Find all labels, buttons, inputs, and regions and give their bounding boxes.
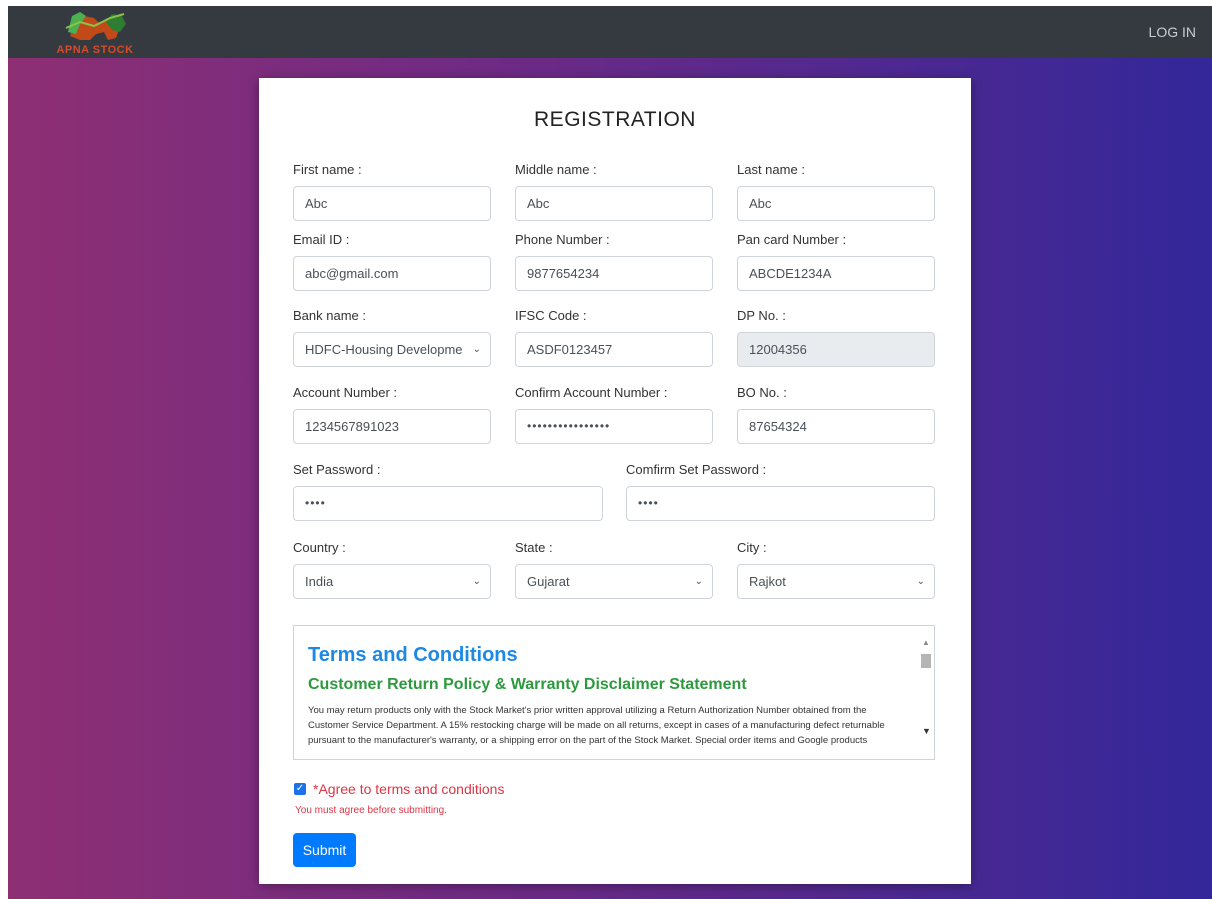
login-link[interactable]: LOG IN (1149, 24, 1196, 40)
scroll-up-icon[interactable]: ▲ (922, 638, 930, 647)
state-select[interactable]: Gujarat ⌄ (515, 564, 713, 599)
page-title: REGISTRATION (534, 108, 696, 131)
city-label: City : (737, 540, 767, 555)
email-input[interactable]: abc@gmail.com (293, 256, 491, 291)
terms-title: Terms and Conditions (308, 644, 518, 666)
pan-input[interactable]: ABCDE1234A (737, 256, 935, 291)
confirm-account-label: Confirm Account Number : (515, 385, 668, 400)
email-label: Email ID : (293, 232, 350, 247)
chevron-down-icon: ⌄ (916, 576, 925, 587)
account-label: Account Number : (293, 385, 398, 400)
terms-box[interactable]: Terms and Conditions Customer Return Pol… (293, 625, 935, 760)
country-label: Country : (293, 540, 346, 555)
bank-label: Bank name : (293, 308, 366, 323)
terms-scrollbar[interactable]: ▲ ▼ (918, 626, 934, 759)
middle-name-input[interactable]: Abc (515, 186, 713, 221)
bank-select-value: HDFC-Housing Developme (305, 342, 463, 357)
check-icon: ✓ (295, 783, 305, 794)
phone-label: Phone Number : (515, 232, 610, 247)
state-label: State : (515, 540, 553, 555)
scroll-down-icon[interactable]: ▼ (922, 726, 931, 736)
bank-select[interactable]: HDFC-Housing Developme ⌄ (293, 332, 491, 367)
country-select-value: India (305, 574, 334, 589)
bo-input[interactable]: 87654324 (737, 409, 935, 444)
terms-body: You may return products only with the St… (308, 705, 885, 746)
agree-error: You must agree before submitting. (295, 805, 447, 816)
agree-label[interactable]: *Agree to terms and conditions (313, 781, 504, 797)
first-name-input[interactable]: Abc (293, 186, 491, 221)
registration-card: REGISTRATION First name : Abc Middle nam… (259, 78, 971, 884)
first-name-label: First name : (293, 162, 362, 177)
dp-input: 12004356 (737, 332, 935, 367)
last-name-label: Last name : (737, 162, 805, 177)
confirm-password-label: Comfirm Set Password : (626, 462, 767, 477)
middle-name-label: Middle name : (515, 162, 597, 177)
city-select[interactable]: Rajkot ⌄ (737, 564, 935, 599)
confirm-account-input[interactable]: •••••••••••••••• (515, 409, 713, 444)
password-label: Set Password : (293, 462, 381, 477)
confirm-password-input[interactable]: •••• (626, 486, 935, 521)
chevron-down-icon: ⌄ (472, 576, 481, 587)
chevron-down-icon: ⌄ (472, 344, 481, 355)
last-name-input[interactable]: Abc (737, 186, 935, 221)
account-input[interactable]: 1234567891023 (293, 409, 491, 444)
agree-checkbox[interactable]: ✓ (294, 783, 306, 795)
state-select-value: Gujarat (527, 574, 570, 589)
page-background: APNA STOCK LOG IN REGISTRATION First nam… (8, 6, 1212, 899)
navbar: APNA STOCK LOG IN (8, 6, 1212, 58)
bo-label: BO No. : (737, 385, 787, 400)
pan-label: Pan card Number : (737, 232, 847, 247)
submit-button[interactable]: Submit (293, 833, 356, 867)
ifsc-input[interactable]: ASDF0123457 (515, 332, 713, 367)
password-input[interactable]: •••• (293, 486, 603, 521)
scroll-thumb[interactable] (921, 654, 931, 668)
ifsc-label: IFSC Code : (515, 308, 587, 323)
brand-name: APNA STOCK (56, 44, 134, 56)
terms-subtitle: Customer Return Policy & Warranty Discla… (308, 676, 747, 693)
bull-bear-icon (65, 12, 126, 40)
brand-logo[interactable]: APNA STOCK (50, 10, 140, 56)
phone-input[interactable]: 9877654234 (515, 256, 713, 291)
dp-label: DP No. : (737, 308, 786, 323)
country-select[interactable]: India ⌄ (293, 564, 491, 599)
city-select-value: Rajkot (749, 574, 786, 589)
chevron-down-icon: ⌄ (694, 576, 703, 587)
